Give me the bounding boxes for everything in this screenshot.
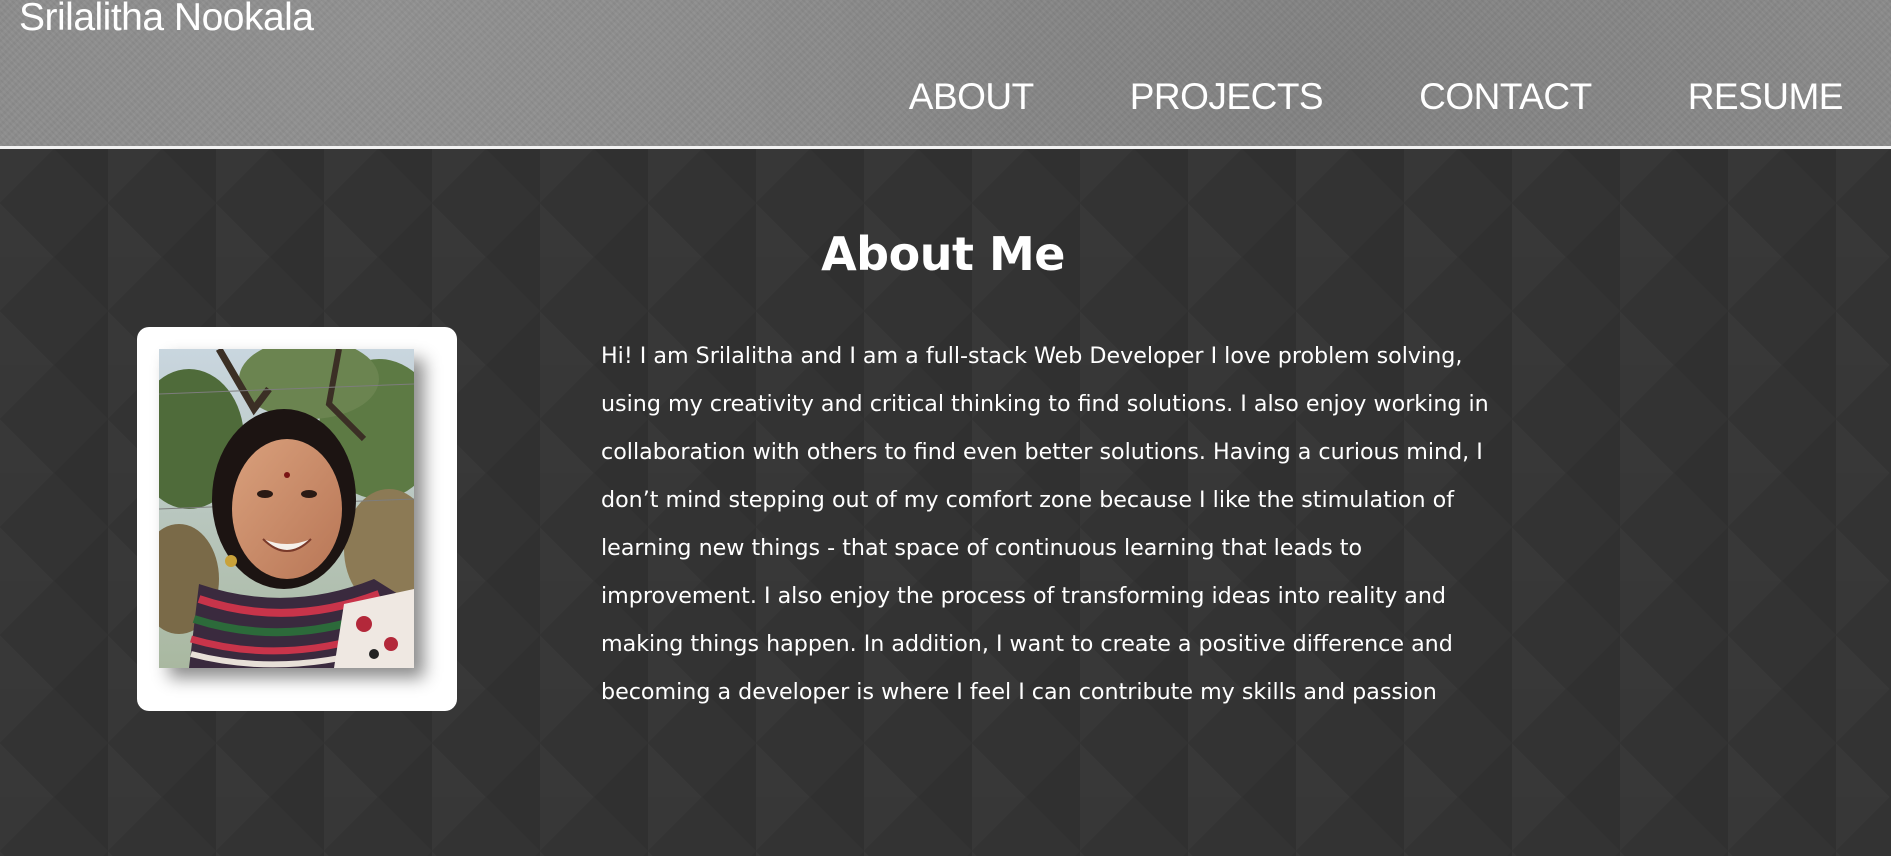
nav-link-resume[interactable]: RESUME (1688, 76, 1844, 118)
nav-link-projects[interactable]: PROJECTS (1130, 76, 1324, 118)
section-title: About Me (821, 227, 1065, 281)
about-bio: Hi! I am Srilalitha and I am a full-stac… (601, 343, 1489, 705)
site-brand[interactable]: Srilalitha Nookala (19, 0, 314, 40)
nav-link-contact[interactable]: CONTACT (1419, 76, 1592, 118)
about-section: About Me Hi! I am Srilalitha and I am a … (0, 149, 1891, 856)
profile-photo (159, 349, 414, 668)
section-title-wrap: About Me (0, 227, 1886, 281)
main-nav: ABOUT PROJECTS CONTACT RESUME (909, 76, 1844, 118)
site-header: Srilalitha Nookala ABOUT PROJECTS CONTAC… (0, 0, 1891, 149)
nav-link-about[interactable]: ABOUT (909, 76, 1034, 118)
profile-photo-card (137, 327, 457, 711)
